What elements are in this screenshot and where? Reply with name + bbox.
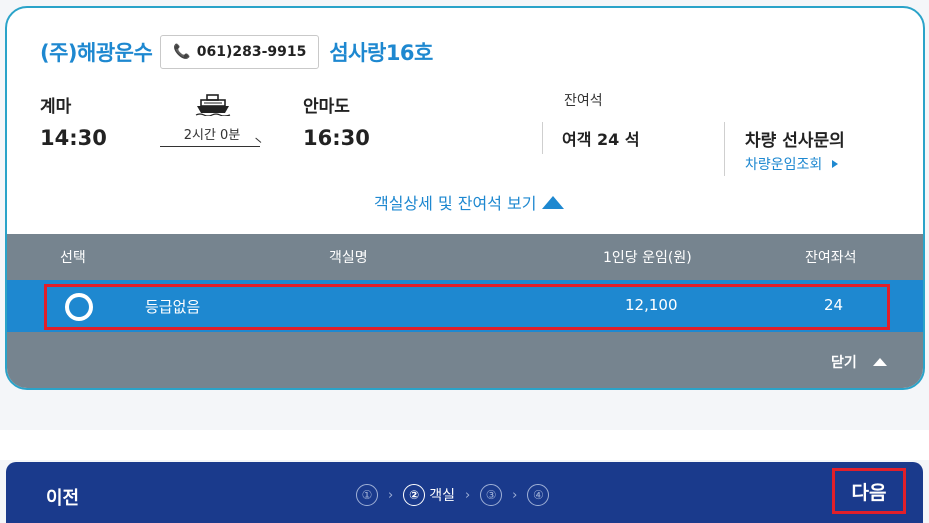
cabin-detail-toggle[interactable]: 객실상세 및 잔여석 보기 [374, 190, 565, 214]
header-fare: 1인당 운임(원) [603, 250, 692, 266]
step-4: ④ [527, 484, 550, 506]
phone-number: 061)283-9915 [196, 44, 307, 60]
header-cabin-name: 객실명 [329, 250, 368, 266]
next-button[interactable]: 다음 [832, 468, 906, 514]
step-3: ③ [480, 484, 503, 506]
vehicle-fare-link-text: 차량운임조회 [745, 157, 823, 173]
cabin-table-footer: 닫기 [7, 332, 923, 388]
route-arrow [160, 146, 260, 147]
company-row: (주)해광운수 📞 061)283-9915 섬사랑16호 [40, 34, 433, 70]
schedule-card: (주)해광운수 📞 061)283-9915 섬사랑16호 계마 14:30 2… [5, 6, 925, 390]
arrival-port: 안마도 [303, 97, 350, 117]
step-1: ① [356, 484, 378, 506]
vehicle-divider [724, 122, 725, 176]
step-indicator: ① › ② 객실 › ③ › ④ [356, 484, 550, 506]
phone-button[interactable]: 📞 061)283-9915 [160, 35, 320, 69]
step-separator: › [388, 487, 394, 503]
passenger-seat-count: 여객 24 석 [562, 130, 640, 149]
step-2: ② [403, 484, 426, 506]
header-select: 선택 [60, 250, 86, 266]
cabin-table-header: 선택 객실명 1인당 운임(원) 잔여좌석 [7, 234, 923, 280]
phone-icon: 📞 [173, 44, 191, 60]
ship-name: 섬사랑16호 [329, 41, 433, 65]
cabin-detail-toggle-label: 객실상세 및 잔여석 보기 [374, 194, 537, 213]
arrival-time: 16:30 [303, 126, 370, 150]
ferry-icon [195, 94, 231, 116]
step-separator: › [512, 487, 518, 503]
bottom-navigation: 이전 ① › ② 객실 › ③ › ④ 다음 [6, 462, 923, 523]
current-step-label: 객실 [429, 488, 455, 504]
vehicle-inquiry-label: 차량 선사문의 [745, 131, 845, 151]
section-divider [0, 430, 929, 460]
close-button[interactable]: 닫기 [831, 352, 887, 372]
departure-time: 14:30 [40, 126, 107, 150]
caret-up-icon [872, 358, 887, 366]
step-separator: › [464, 487, 471, 503]
selection-highlight [44, 284, 890, 330]
header-remaining: 잔여좌석 [805, 250, 857, 266]
trip-duration: 2시간 0분 [183, 128, 241, 143]
company-name: (주)해광운수 [40, 41, 153, 65]
caret-up-icon [542, 195, 565, 209]
caret-right-icon [832, 160, 839, 168]
next-label: 다음 [851, 481, 887, 504]
seat-divider [542, 122, 543, 154]
prev-button[interactable]: 이전 [46, 484, 79, 510]
vehicle-fare-link[interactable]: 차량운임조회 [745, 154, 839, 174]
remaining-seats-label: 잔여석 [564, 93, 603, 109]
departure-port: 계마 [40, 97, 72, 117]
close-label: 닫기 [831, 355, 857, 371]
